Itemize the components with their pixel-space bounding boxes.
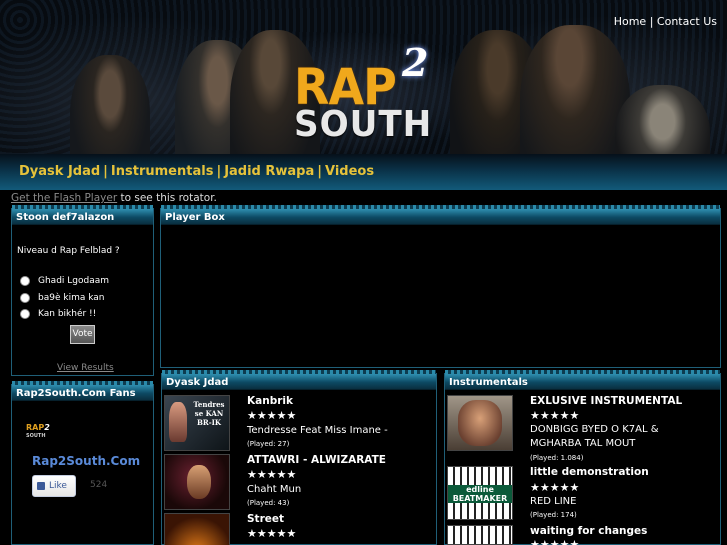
like-button[interactable]: Like [32,475,76,497]
radio-button[interactable] [20,276,30,286]
main-nav: Dyask Jdad | Instrumentals | Jadid Rwapa | Vid… [0,154,727,190]
track-artist-link[interactable]: Kanbrik [247,395,293,407]
home-link[interactable]: Home [614,15,646,28]
play-count: (Played: 43) [247,499,290,507]
radio-button[interactable] [20,309,30,319]
poll-question: Niveau d Rap Felblad ? [17,246,120,256]
play-count: (Played: 174) [530,511,577,519]
poll-option-label: Kan bikhér !! [38,309,97,319]
album-cover-text: edline BEATMAKER [448,485,512,503]
dyask-jdad-title: Dyask Jdad [162,370,436,390]
top-links-separator: | [649,15,654,28]
artist-face-image [187,465,211,499]
album-cover-text: Tendresse KAN BR-IK [193,400,225,427]
like-count: 524 [90,480,108,490]
list-item: edline BEATMAKER little demonstration ★★… [447,466,717,522]
list-item: Street ★★★★★ [164,513,434,545]
player-box-panel: Player Box [160,205,721,368]
radio-button[interactable] [20,293,30,303]
fans-panel: Rap2South.Com Fans RAP2 SOUTH Rap2South.… [11,381,154,545]
site-header: RAP 2 SOUTH Home | Contact Us Dyask Jdad… [0,0,727,190]
track-artist-link[interactable]: little demonstration [530,466,649,478]
list-item: Tendresse KAN BR-IK Kanbrik ★★★★★ Tendre… [164,395,434,451]
vote-button[interactable]: Vote [70,325,95,344]
get-flash-player-link[interactable]: Get the Flash Player [11,192,117,204]
flash-player-notice: Get the Flash Player to see this rotator… [11,192,217,204]
track-artist-link[interactable]: waiting for changes [530,525,647,537]
list-item: ATTAWRI - ALWIZARATE ★★★★★ Chaht Mun (Pl… [164,454,434,510]
fans-logo-two: 2 [44,423,50,432]
track-artist-link[interactable]: ATTAWRI - ALWIZARATE [247,454,386,466]
album-cover-image[interactable] [447,525,513,545]
fans-page-name-link[interactable]: Rap2South.Com [32,454,140,468]
like-label: Like [49,481,67,491]
instrumentals-title: Instrumentals [445,370,720,390]
track-artist-link[interactable]: EXLUSIVE INSTRUMENTAL [530,395,682,407]
fans-logo-rap: RAP [26,423,45,432]
album-cover-image[interactable]: edline BEATMAKER [447,466,513,520]
poll-option-label: Ghadi Lgodaam [38,276,110,286]
nav-item-instrumentals[interactable]: Instrumentals [111,164,214,179]
dyask-jdad-panel: Dyask Jdad Tendresse KAN BR-IK Kanbrik ★… [161,370,437,545]
logo-south-text: SOUTH [294,104,433,145]
list-item: EXLUSIVE INSTRUMENTAL ★★★★★ DONBIGG BYED… [447,395,717,462]
nav-item-videos[interactable]: Videos [325,164,374,179]
top-links: Home | Contact Us [614,15,717,28]
track-title[interactable]: RED LINE [530,496,576,507]
star-rating[interactable]: ★★★★★ [530,539,579,545]
poll-option-label: ba9è kima kan [38,293,105,303]
nav-separator: | [103,164,108,179]
fans-page-avatar[interactable]: RAP2 SOUTH [26,423,58,445]
album-cover-image[interactable]: Tendresse KAN BR-IK [164,395,230,451]
artist-face-image [169,402,187,442]
poll-title: Stoon def7alazon [12,205,153,225]
album-cover-image[interactable] [447,395,513,451]
instrumentals-panel: Instrumentals EXLUSIVE INSTRUMENTAL ★★★★… [444,370,721,545]
list-item: waiting for changes ★★★★★ [447,525,717,545]
play-count: (Played: 1.084) [530,454,584,462]
view-results-link[interactable]: View Results [57,363,114,373]
fans-logo-south: SOUTH [26,433,46,439]
player-box-title: Player Box [161,205,720,225]
poll-option[interactable]: Kan bikhér !! [20,309,96,319]
track-title[interactable]: Chaht Mun [247,484,301,495]
album-cover-image[interactable] [164,454,230,510]
contact-link[interactable]: Contact Us [657,15,717,28]
star-rating[interactable]: ★★★★★ [530,410,579,421]
fans-title: Rap2South.Com Fans [12,381,153,401]
star-rating[interactable]: ★★★★★ [247,410,296,421]
nav-separator: | [216,164,222,179]
nav-separator: | [317,164,323,179]
nav-item-dyask-jdad[interactable]: Dyask Jdad [19,164,100,179]
thumbs-up-icon [37,482,45,490]
track-title-continued[interactable]: MGHARBA TAL MOUT [530,438,635,449]
poll-panel: Stoon def7alazon Niveau d Rap Felblad ? … [11,205,154,376]
star-rating[interactable]: ★★★★★ [530,482,579,493]
album-cover-image[interactable] [164,513,230,545]
nav-item-jadid-rwapa[interactable]: Jadid Rwapa [224,164,314,179]
play-count: (Played: 27) [247,440,290,448]
logo-two-text: 2 [402,40,429,85]
track-title[interactable]: DONBIGG BYED O K7AL & [530,424,659,435]
track-artist-link[interactable]: Street [247,513,284,525]
star-rating[interactable]: ★★★★★ [247,528,296,539]
flash-notice-text: to see this rotator. [117,192,217,204]
star-rating[interactable]: ★★★★★ [247,469,296,480]
track-title[interactable]: Tendresse Feat Miss Imane - [247,425,388,436]
poll-option[interactable]: Ghadi Lgodaam [20,276,109,286]
artist-face-image [458,400,502,446]
poll-option[interactable]: ba9è kima kan [20,293,104,303]
